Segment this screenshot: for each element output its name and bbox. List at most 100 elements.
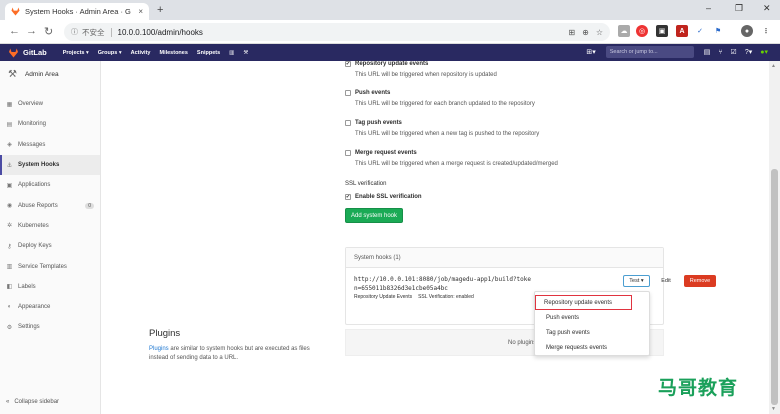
event-checkbox-row[interactable]: Push events [345,90,535,96]
sidebar-item-messages[interactable]: ◈ Messages [0,135,100,155]
event-checkbox[interactable]: ✔ [345,61,351,67]
plugins-link[interactable]: Plugins [149,346,169,352]
gitlab-logo[interactable]: GitLab [8,48,47,58]
dropdown-item-repository-update[interactable]: Repository update events [535,295,632,310]
remove-button[interactable]: Remove [684,275,716,287]
url-omnibox[interactable]: ⓘ 不安全 10.0.0.100/admin/hooks ⊞ ⊕ ☆ [64,23,610,41]
sidebar-header[interactable]: ⚒ Admin Area [0,61,100,94]
dropdown-item-merge-requests[interactable]: Merge requests events [535,340,649,355]
ssl-checkbox-row[interactable]: ✔ Enable SSL verification [345,194,422,200]
appearance-icon: ◐ [7,304,12,311]
dropdown-item-push[interactable]: Push events [535,310,649,325]
sidebar-item-labels[interactable]: ◧ Labels [0,277,100,297]
user-avatar[interactable]: ●▾ [760,48,768,56]
hook-icon: ⚓ [6,162,13,169]
nav-groups[interactable]: Groups ▾ [98,50,122,56]
forward-icon[interactable]: → [26,25,37,37]
back-icon[interactable]: ← [9,25,20,37]
extension-dark-icon[interactable]: ▣ [656,25,668,37]
browser-tab[interactable]: System Hooks · Admin Area · G × [5,3,149,20]
collapse-icon: « [6,399,10,405]
event-checkbox-row[interactable]: ✔ Repository update events [345,61,497,67]
omnibox-separator [110,27,112,37]
event-checkbox[interactable] [345,90,351,96]
main-content: ✔ Repository update events This URL will b… [101,61,769,414]
page-scrollbar[interactable]: ▲ ▼ [769,61,780,414]
profile-avatar-icon[interactable]: ● [741,25,753,37]
address-bar: ← → ↻ ⓘ 不安全 10.0.0.100/admin/hooks ⊞ ⊕ ☆… [0,20,780,44]
event-label: Push events [355,90,391,96]
merge-requests-icon[interactable]: ⑂ [718,49,722,56]
admin-wrench-icon[interactable]: ⚒ [243,50,248,56]
extension-blue-icon[interactable]: ⚑ [712,25,724,37]
event-checkbox-row[interactable]: Merge request events [345,150,558,156]
search-input[interactable]: Search or jump to... [605,46,694,58]
issues-icon[interactable]: ▤ [704,48,711,56]
overview-icon: ▦ [6,101,13,108]
ssl-checkbox[interactable]: ✔ [345,194,351,200]
dropdown-item-tag-push[interactable]: Tag push events [535,325,649,340]
new-dropdown-icon[interactable]: ⊞▾ [586,48,595,56]
nav-activity[interactable]: Activity [131,50,151,56]
sidebar-item-kubernetes[interactable]: ✲ Kubernetes [0,216,100,236]
minimize-icon[interactable]: – [706,3,711,13]
test-dropdown-button[interactable]: Test ▾ [623,275,650,287]
applications-icon: ▣ [6,182,13,189]
nav-projects[interactable]: Projects ▾ [63,50,89,56]
todos-icon[interactable]: ☑ [731,48,737,56]
new-tab-icon[interactable]: + [157,4,163,16]
sidebar-item-monitoring[interactable]: ▤ Monitoring [0,114,100,134]
translate-icon[interactable]: ⊞ [568,28,575,37]
gitlab-header: GitLab Projects ▾ Groups ▾ Activity Mile… [0,44,780,61]
event-checkbox[interactable] [345,120,351,126]
extension-cloud-icon[interactable]: ☁ [618,25,630,37]
sidebar-item-settings[interactable]: ⚙ Settings [0,317,100,337]
admin-sidebar: ⚒ Admin Area ▦ Overview ▤ Monitoring ◈ Messag… [0,61,101,414]
admin-chart-icon[interactable]: ▥ [229,50,234,56]
extension-check-icon[interactable]: ✓ [694,25,706,37]
info-icon[interactable]: ⓘ [71,27,78,37]
plugins-description: Plugins are similar to system hooks but … [149,345,329,363]
zoom-icon[interactable]: ⊕ [582,28,589,37]
reload-icon[interactable]: ↻ [44,25,53,38]
count-badge: 0 [85,202,94,209]
scroll-down-icon[interactable]: ▼ [771,406,776,412]
nav-milestones[interactable]: Milestones [159,50,187,56]
event-checkbox[interactable] [345,150,351,156]
sidebar-item-label: Monitoring [18,121,47,128]
url-text[interactable]: 10.0.0.100/admin/hooks [118,28,562,37]
browser-menu-icon[interactable]: ⋮ [760,25,772,37]
collapse-sidebar-button[interactable]: « Collapse sidebar [6,399,59,405]
monitoring-icon: ▤ [6,121,13,128]
sidebar-item-deploy-keys[interactable]: ⚷ Deploy Keys [0,236,100,256]
nav-snippets[interactable]: Snippets [197,50,220,56]
sidebar-item-abuse-reports[interactable]: ◉ Abuse Reports 0 [0,195,100,215]
bookmark-star-icon[interactable]: ☆ [596,28,603,37]
sidebar-item-label: Labels [18,283,36,290]
add-system-hook-button[interactable]: Add system hook [345,208,403,223]
scroll-up-icon[interactable]: ▲ [771,63,776,69]
ssl-section-label: SSL verification [345,181,387,187]
sidebar-item-service-templates[interactable]: ▥ Service Templates [0,256,100,276]
event-label: Merge request events [355,150,417,156]
extension-red-icon[interactable]: ◎ [636,25,648,37]
sidebar-item-overview[interactable]: ▦ Overview [0,94,100,114]
sidebar-item-applications[interactable]: ▣ Applications [0,175,100,195]
hook-tag: SSL Verification: enabled [418,294,474,300]
plugins-title: Plugins [149,328,181,339]
sidebar-item-appearance[interactable]: ◐ Appearance [0,297,100,317]
sidebar-item-label: Settings [18,324,40,331]
help-icon[interactable]: ?▾ [745,48,752,56]
edit-button[interactable]: Edit [654,275,678,287]
sidebar-item-system-hooks[interactable]: ⚓ System Hooks [0,154,100,176]
hooks-header: System hooks (1) [346,248,663,268]
close-window-icon[interactable]: ✕ [763,3,771,14]
scrollbar-thumb[interactable] [771,169,778,405]
sidebar-item-label: System Hooks [18,162,60,169]
event-checkbox-row[interactable]: Tag push events [345,120,539,126]
gitlab-favicon-icon [11,7,20,16]
tab-close-icon[interactable]: × [138,7,143,16]
header-right: ⊞▾ Search or jump to... ▤ ⑂ ☑ ?▾ ●▾ [582,46,772,58]
extension-pdf-icon[interactable]: A [676,25,688,37]
maximize-icon[interactable]: ❐ [735,3,743,14]
